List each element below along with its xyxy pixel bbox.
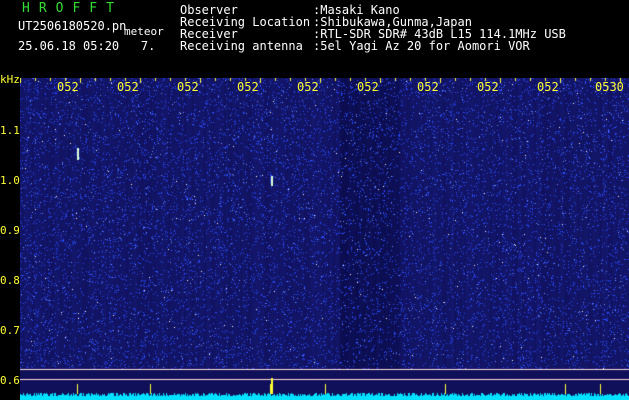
y-tick-label: 0.7 xyxy=(0,324,20,337)
time-tick-label: 052 xyxy=(297,80,319,94)
axis-unit-label: kHz xyxy=(0,73,20,86)
y-tick-label: 0.9 xyxy=(0,224,20,237)
time-tick-label: 052 xyxy=(57,80,79,94)
y-tick-label: 1.1 xyxy=(0,124,20,137)
info-row-antenna: Receiving antenna :5el Yagi Az 20 for Ao… xyxy=(180,40,566,52)
station-info: Observer :Masaki Kano Receiving Location… xyxy=(180,4,566,52)
y-tick-label: 0.8 xyxy=(0,274,20,287)
spectrogram-canvas xyxy=(20,78,629,400)
time-tick-label: 052 xyxy=(357,80,379,94)
y-tick-label: 1.0 xyxy=(0,174,20,187)
info-value: :5el Yagi Az 20 for Aomori VOR xyxy=(313,39,530,53)
mode-label: meteor xyxy=(124,25,164,38)
count-value: 7. xyxy=(140,39,156,53)
y-tick-label: 0.6 xyxy=(0,374,20,387)
time-tick-label: 052 xyxy=(477,80,499,94)
file-name: UT2506180520.pn xyxy=(18,19,127,33)
time-tick-label: 052 xyxy=(417,80,439,94)
date-time-value: 25.06.18 05:20 xyxy=(18,39,120,53)
time-tick-label: 0530 xyxy=(595,80,624,94)
spectrogram-plot: 052 052 052 052 052 052 052 052 052 0530 xyxy=(20,78,629,400)
time-tick-label: 052 xyxy=(237,80,259,94)
date-time: 25.06.18 05:20 7. xyxy=(18,39,155,53)
time-tick-label: 052 xyxy=(537,80,559,94)
info-label: Receiving antenna xyxy=(180,39,303,53)
time-tick-label: 052 xyxy=(177,80,199,94)
frequency-axis: kHz 1.1 1.0 0.9 0.8 0.7 0.6 xyxy=(0,73,20,400)
time-tick-label: 052 xyxy=(117,80,139,94)
brand-title: HROFFT xyxy=(22,1,123,16)
header-panel: HROFFT UT2506180520.pn meteor 25.06.18 0… xyxy=(0,0,629,78)
